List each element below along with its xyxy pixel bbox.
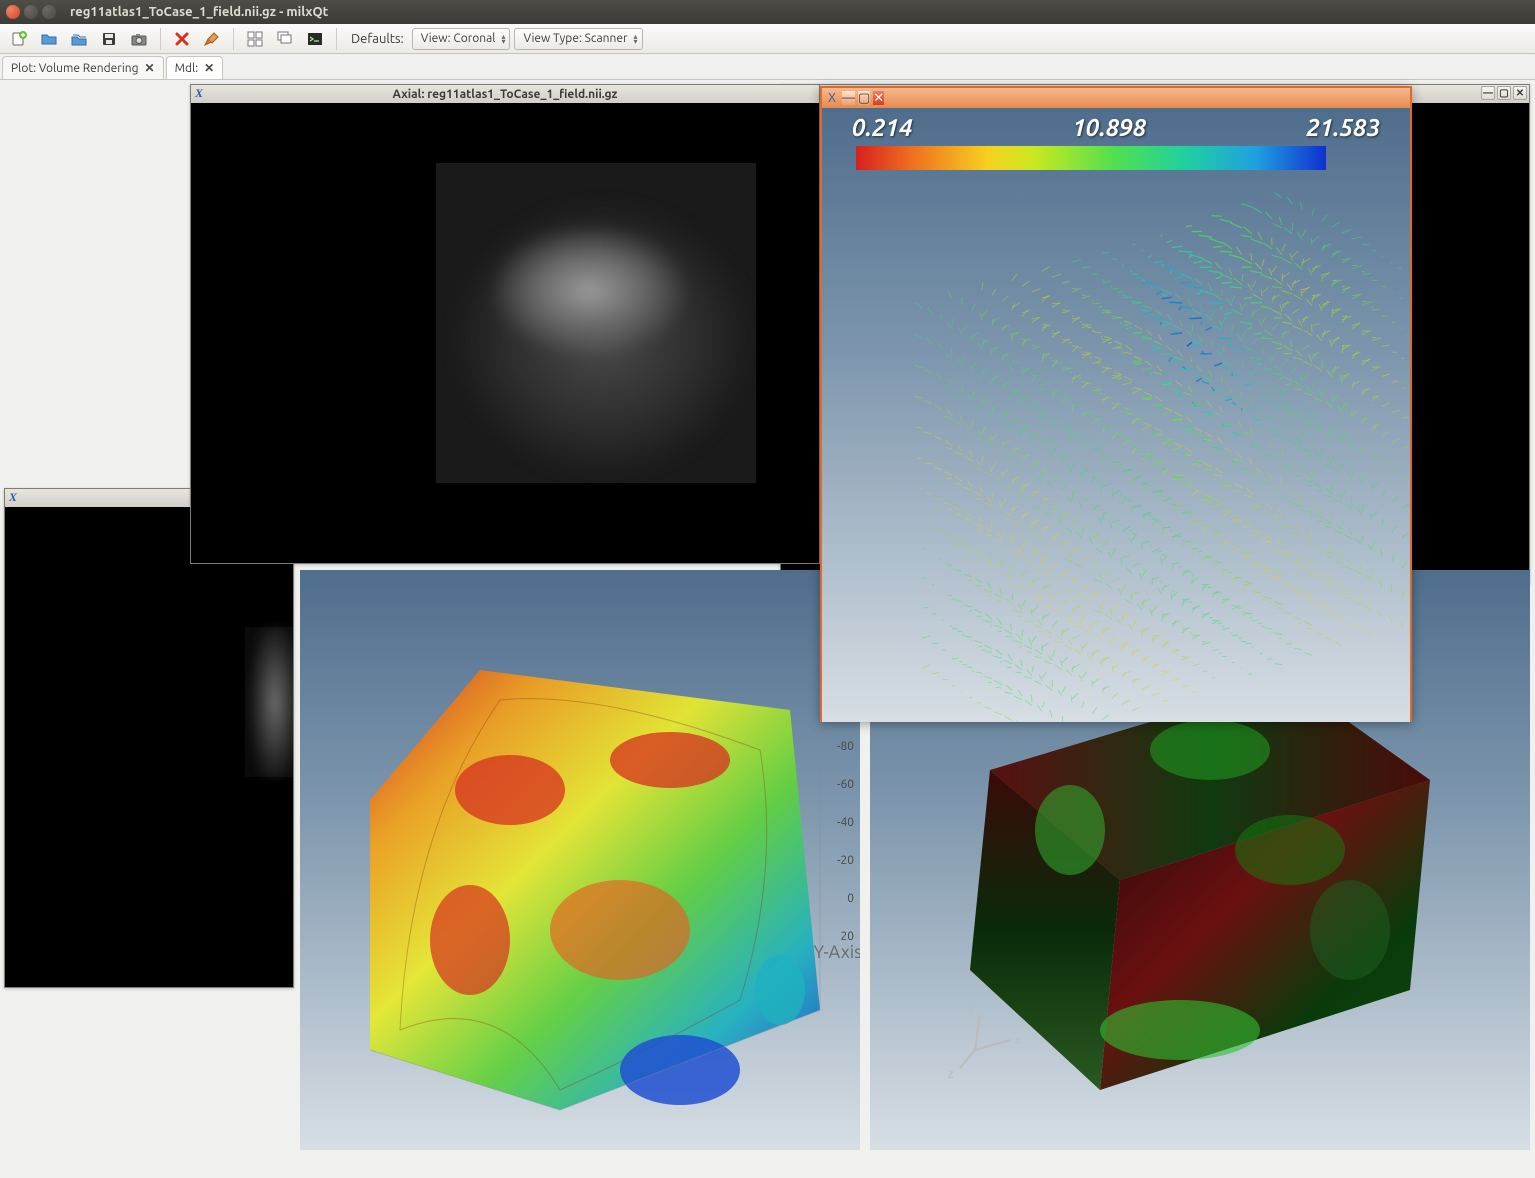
svg-text:x: x xyxy=(1015,1034,1021,1047)
tab-label: Mdl: xyxy=(175,62,199,75)
separator xyxy=(336,28,337,50)
folder-open-icon xyxy=(40,30,58,48)
maximize-icon[interactable]: ▢ xyxy=(1497,86,1511,100)
broom-icon xyxy=(203,30,221,48)
close-x-icon xyxy=(173,30,191,48)
axis-marker: X xyxy=(828,91,836,105)
tab-close-icon[interactable]: ✕ xyxy=(145,61,155,75)
tab-volume-rendering[interactable]: Plot: Volume Rendering ✕ xyxy=(2,56,164,79)
window-header[interactable]: X — ▢ ✕ xyxy=(822,88,1410,108)
render-body[interactable] xyxy=(5,507,293,987)
window-controls: — ▢ ✕ xyxy=(1481,86,1527,100)
window-minimize-button[interactable] xyxy=(24,5,38,19)
minimize-icon[interactable]: — xyxy=(842,91,855,105)
mdi-area: — ▢ ✕ X — ▢ ✕ X Axial: reg11atlas1_ToCas… xyxy=(0,80,1535,1178)
screenshot-button[interactable] xyxy=(126,27,152,51)
tab-close-icon[interactable]: ✕ xyxy=(204,61,214,75)
separator xyxy=(233,28,234,50)
defaults-label: Defaults: xyxy=(351,32,404,46)
tab-label: Plot: Volume Rendering xyxy=(11,62,139,75)
camera-icon xyxy=(130,30,148,48)
grayscale-image xyxy=(245,627,293,777)
tab-strip: Plot: Volume Rendering ✕ Mdl: ✕ xyxy=(0,54,1535,80)
main-toolbar: Defaults: View: Coronal ▴▾ View Type: Sc… xyxy=(0,24,1535,54)
minimize-icon[interactable]: — xyxy=(1481,86,1495,100)
separator xyxy=(160,28,161,50)
maximize-icon[interactable]: ▢ xyxy=(858,91,870,105)
axis-marker: X xyxy=(9,490,17,505)
viewtype-combo-text: View Type: Scanner xyxy=(523,32,627,45)
terminal-icon xyxy=(306,30,324,48)
new-icon xyxy=(10,30,28,48)
window-title: Axial: reg11atlas1_ToCase_1_field.nii.gz xyxy=(393,88,618,101)
vector-field-view[interactable]: 0.214 10.898 21.583 xyxy=(822,108,1410,722)
console-button[interactable] xyxy=(302,27,328,51)
view-combo-text: View: Coronal xyxy=(421,32,496,45)
save-icon xyxy=(100,30,118,48)
axis-marker: X xyxy=(195,86,203,101)
grayscale-slice xyxy=(436,163,756,483)
close-icon[interactable]: ✕ xyxy=(873,91,884,105)
window-controls: — ▢ ✕ xyxy=(842,91,884,106)
cascade-button[interactable] xyxy=(272,27,298,51)
axial-view[interactable] xyxy=(191,103,819,563)
surface-plot-view[interactable]: -100 -80 -60 -40 -20 0 20 Y-Axis xyxy=(300,570,860,1150)
surface-plot xyxy=(300,570,860,1150)
close-tab-button[interactable] xyxy=(169,27,195,51)
svg-text:z: z xyxy=(948,1068,954,1081)
open-series-button[interactable] xyxy=(66,27,92,51)
tile-icon xyxy=(246,30,264,48)
tile-button[interactable] xyxy=(242,27,268,51)
titlebar: reg11atlas1_ToCase_1_field.nii.gz - milx… xyxy=(0,0,1535,24)
tab-mdl[interactable]: Mdl: ✕ xyxy=(166,56,224,79)
view-combo[interactable]: View: Coronal ▴▾ xyxy=(412,28,511,50)
folder-stack-icon xyxy=(70,30,88,48)
y-axis-ticks: -100 -80 -60 -40 -20 0 20 xyxy=(830,690,854,956)
close-icon[interactable]: ✕ xyxy=(1513,86,1527,100)
close-all-button[interactable] xyxy=(199,27,225,51)
window-header[interactable]: X Axial: reg11atlas1_ToCase_1_field.nii.… xyxy=(191,85,819,103)
vector-glyphs xyxy=(822,108,1410,722)
open-button[interactable] xyxy=(36,27,62,51)
window-controls xyxy=(6,5,56,19)
svg-text:y: y xyxy=(968,1002,974,1015)
vector-field-window[interactable]: X — ▢ ✕ 0.214 10.898 21.583 xyxy=(820,86,1412,722)
combo-arrows-icon: ▴▾ xyxy=(634,34,638,44)
viewtype-combo[interactable]: View Type: Scanner ▴▾ xyxy=(514,28,642,50)
window-maximize-button[interactable] xyxy=(42,5,56,19)
surface-plot-window[interactable]: -100 -80 -60 -40 -20 0 20 Y-Axis xyxy=(300,570,860,1150)
y-axis-label: Y-Axis xyxy=(814,942,860,962)
combo-arrows-icon: ▴▾ xyxy=(501,34,505,44)
window-close-button[interactable] xyxy=(6,5,20,19)
axial-window[interactable]: X Axial: reg11atlas1_ToCase_1_field.nii.… xyxy=(190,84,820,564)
new-button[interactable] xyxy=(6,27,32,51)
window-title: reg11atlas1_ToCase_1_field.nii.gz - milx… xyxy=(70,5,328,19)
save-button[interactable] xyxy=(96,27,122,51)
cascade-icon xyxy=(276,30,294,48)
